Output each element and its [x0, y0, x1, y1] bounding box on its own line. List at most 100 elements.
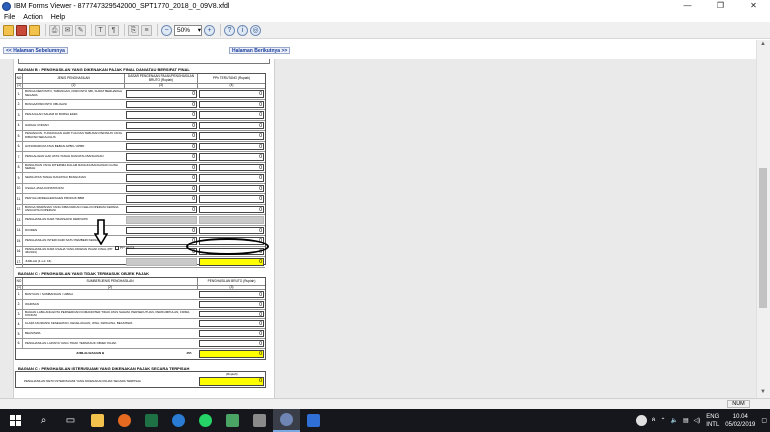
save-icon[interactable] — [16, 24, 27, 36]
scroll-down-icon[interactable]: ▼ — [760, 389, 766, 395]
dpp-field[interactable]: 0 — [126, 174, 197, 182]
dpp-field[interactable]: 0 — [126, 226, 197, 234]
chevron-up-icon[interactable]: ⌃ — [660, 417, 665, 424]
gross-income-field[interactable]: 0 — [199, 330, 264, 337]
dpp-field[interactable]: 0 — [126, 153, 197, 161]
dpp-field[interactable]: 0 — [126, 100, 197, 108]
pph-field[interactable]: 0 — [199, 121, 264, 129]
dpp-field[interactable]: 0 — [126, 163, 197, 171]
pph-field[interactable]: 0 — [199, 90, 264, 98]
firefox-icon[interactable] — [111, 409, 138, 432]
attach-icon[interactable]: ⎘ — [128, 24, 139, 36]
clock[interactable]: 10.04 05/02/2019 — [725, 413, 755, 429]
pph-field[interactable]: 0 — [199, 174, 264, 182]
pph-field[interactable]: 0 — [199, 205, 264, 213]
dpp-field[interactable]: 0 — [126, 205, 197, 213]
navigation-strip — [0, 39, 770, 59]
zoom-out-icon[interactable]: − — [161, 24, 172, 36]
row-number: 6. — [16, 141, 23, 151]
section-b-row: 5. PESANGON, TUNJANGAN HARI TUA DAN TEBUS… — [16, 131, 265, 142]
row-number: 15. — [16, 236, 23, 246]
speaker-icon[interactable]: ◁) — [694, 417, 701, 424]
dpp-field[interactable]: 0 — [126, 142, 197, 150]
section-c-table: NO SUMBER/JENIS PENGHASILAN PENGHASILAN … — [15, 277, 266, 360]
excel-icon[interactable] — [138, 409, 165, 432]
menu-help[interactable]: Help — [51, 14, 65, 21]
pph-field[interactable]: 0 — [199, 163, 264, 171]
text-icon[interactable]: T — [95, 24, 106, 36]
search-icon[interactable]: ⌕ — [30, 409, 57, 432]
info-icon[interactable]: i — [237, 24, 248, 36]
excel-file-icon[interactable] — [219, 409, 246, 432]
whatsapp-icon[interactable] — [192, 409, 219, 432]
gross-income-field[interactable]: 0 — [199, 300, 264, 308]
pph-field[interactable]: 0 — [199, 153, 264, 161]
pph-field[interactable]: 0 — [199, 184, 264, 192]
save-as-icon[interactable] — [29, 24, 40, 36]
dpp-field[interactable]: 0 — [126, 195, 197, 203]
help-icon[interactable]: ? — [224, 24, 235, 36]
section-b-row: 6. HONORARIUM ATAS BEBAN APBN / APBD 0 0 — [16, 141, 265, 152]
menu-bar: File Action Help — [0, 12, 770, 22]
zoom-in-icon[interactable]: + — [204, 24, 215, 36]
gross-income-field[interactable]: 0 — [199, 291, 264, 298]
notification-icon[interactable]: ▢ — [761, 417, 767, 424]
feather-app-icon[interactable] — [246, 409, 273, 432]
pph-field[interactable]: 0 — [199, 100, 264, 108]
task-view-icon[interactable]: ▭ — [57, 409, 84, 432]
section-c-total-field[interactable]: 0 — [199, 350, 264, 358]
pph-field[interactable]: 0 — [199, 111, 264, 119]
pph-field[interactable]: 0 — [199, 258, 264, 266]
scrollbar-thumb[interactable] — [759, 168, 767, 308]
email-icon[interactable]: ✉ — [62, 24, 73, 36]
input-language[interactable]: ENG INTL — [706, 413, 719, 429]
properties-icon[interactable]: ≡ — [141, 24, 152, 36]
close-button[interactable]: ✕ — [737, 0, 770, 12]
pph-field[interactable]: 0 — [199, 132, 264, 140]
toolbar-separator — [157, 24, 158, 36]
people-icon[interactable] — [635, 415, 647, 426]
dpp-field[interactable]: 0 — [126, 111, 197, 119]
pph-field[interactable]: 0 — [199, 195, 264, 203]
menu-file[interactable]: File — [4, 14, 15, 21]
pph-field[interactable]: 0 — [199, 142, 264, 150]
restore-button[interactable]: ❐ — [704, 0, 737, 12]
volume-icon[interactable]: 🔈 — [671, 417, 678, 424]
section-c-row: 5. BEASISWA 0 — [16, 329, 265, 339]
dpp-field[interactable]: 0 — [126, 132, 197, 140]
minimize-button[interactable]: — — [671, 0, 704, 12]
gross-income-field[interactable]: 0 — [199, 310, 264, 318]
network-icon[interactable]: ▤ — [683, 417, 689, 424]
pph-field[interactable]: 0 — [199, 226, 264, 234]
dpp-field[interactable]: 0 — [126, 121, 197, 129]
globe-icon[interactable]: ◎ — [250, 24, 261, 36]
edge-icon[interactable] — [165, 409, 192, 432]
pp-checkbox[interactable] — [115, 246, 119, 250]
gross-income-field[interactable]: 0 — [199, 320, 264, 327]
previous-page-button[interactable]: << Halaman Sebelumnya — [3, 47, 68, 54]
section-d-field[interactable]: 0 — [199, 377, 264, 386]
windows-start-icon[interactable] — [0, 409, 30, 432]
zoom-select[interactable]: 50% ▾ — [174, 24, 202, 36]
row-number: 4. — [16, 319, 23, 329]
menu-action[interactable]: Action — [23, 14, 42, 21]
row-number: 8. — [16, 162, 23, 172]
row-label: BANTUAN / SUMBANGAN / HIBAH — [25, 291, 73, 296]
print-icon[interactable]: ⎙ — [49, 24, 60, 36]
vpn-app-icon[interactable] — [300, 409, 327, 432]
dpp-field[interactable]: 0 — [126, 184, 197, 192]
network-person-icon[interactable]: ጰ — [652, 417, 656, 424]
dpp-field[interactable]: 0 — [126, 90, 197, 98]
ibm-forms-taskbar-icon[interactable] — [273, 409, 300, 432]
section-b-row: 2. BUNGA/DISKONTO OBLIGASI 0 0 — [16, 99, 265, 110]
next-page-button[interactable]: Halaman Berikutnya >> — [229, 47, 291, 54]
open-icon[interactable] — [3, 24, 14, 36]
row-label: DIVIDEN — [25, 227, 38, 232]
paragraph-icon[interactable]: ¶ — [108, 24, 119, 36]
scroll-up-icon[interactable]: ▲ — [760, 41, 766, 47]
pp-checkbox-label: PP 46/23 — [120, 246, 135, 250]
sign-icon[interactable]: ✎ — [75, 24, 86, 36]
dpp-field — [126, 216, 197, 224]
gross-income-field[interactable]: 0 — [199, 340, 264, 347]
file-explorer-icon[interactable] — [84, 409, 111, 432]
